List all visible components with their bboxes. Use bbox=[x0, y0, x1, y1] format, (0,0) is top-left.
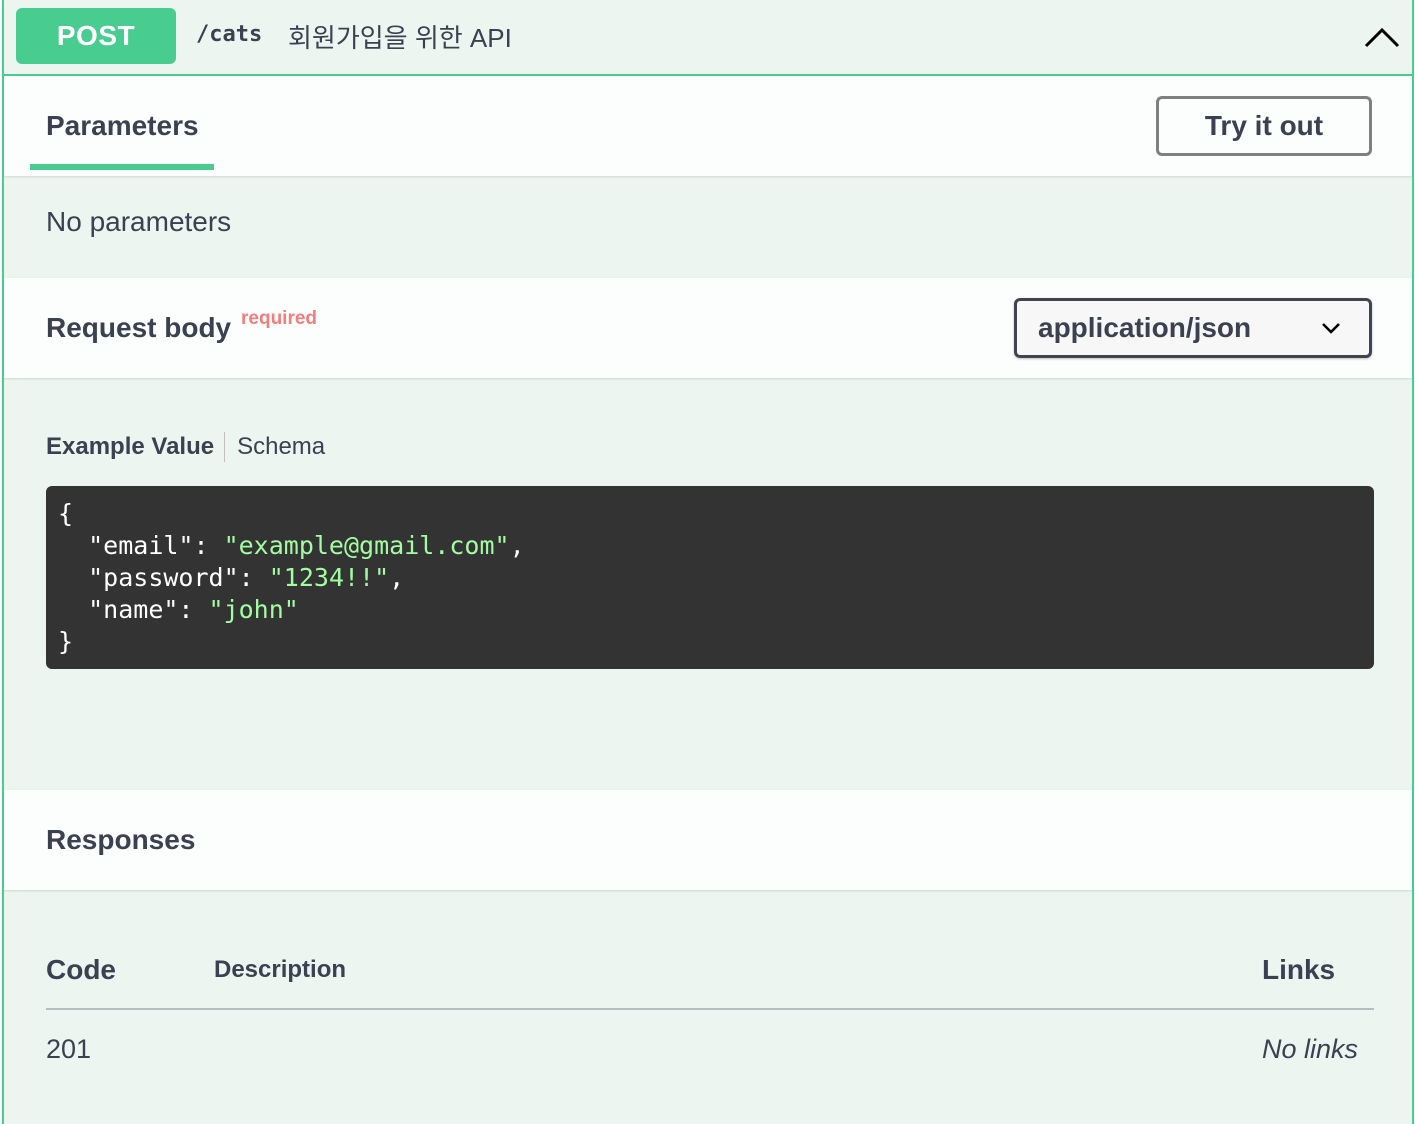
column-header-code: Code bbox=[46, 954, 116, 985]
request-body-title: Request body bbox=[46, 312, 232, 343]
method-badge: POST bbox=[16, 8, 176, 64]
table-divider bbox=[46, 1008, 1374, 1010]
code-comma: , bbox=[509, 531, 525, 560]
endpoint-path: /cats bbox=[196, 22, 263, 47]
content-type-select[interactable]: application/json bbox=[1014, 298, 1372, 358]
required-label: required bbox=[241, 308, 318, 329]
operation-description: 회원가입을 위한 API bbox=[288, 23, 512, 53]
request-body-header: Request body required application/json bbox=[4, 278, 1412, 378]
operation-block: POST /cats 회원가입을 위한 API Parameters Try i… bbox=[2, 0, 1414, 1124]
content-type-value: application/json bbox=[1038, 312, 1252, 343]
code-open-brace: { bbox=[58, 499, 74, 528]
column-header-links: Links bbox=[1262, 954, 1336, 985]
try-it-out-button[interactable]: Try it out bbox=[1156, 96, 1372, 156]
active-tab-indicator bbox=[30, 164, 214, 170]
no-parameters-text: No parameters bbox=[46, 206, 232, 237]
responses-title: Responses bbox=[46, 824, 196, 855]
code-key: "name" bbox=[88, 595, 179, 624]
responses-header: Responses bbox=[4, 790, 1412, 890]
chevron-up-icon[interactable] bbox=[1362, 22, 1402, 52]
operation-summary[interactable]: POST /cats 회원가입을 위한 API bbox=[4, 0, 1412, 76]
example-tabs: Example Value Schema bbox=[46, 432, 325, 462]
chevron-down-icon bbox=[1322, 323, 1340, 334]
tab-parameters[interactable]: Parameters bbox=[46, 110, 199, 142]
tab-example-value[interactable]: Example Value bbox=[46, 433, 224, 461]
code-key: "password" bbox=[88, 563, 239, 592]
response-code: 201 bbox=[46, 1034, 92, 1064]
parameters-header: Parameters Try it out bbox=[4, 76, 1412, 176]
example-code-block: { "email": "example@gmail.com", "passwor… bbox=[46, 486, 1374, 669]
column-header-description: Description bbox=[214, 956, 347, 983]
code-key: "email" bbox=[88, 531, 194, 560]
code-comma: , bbox=[389, 563, 405, 592]
tab-schema[interactable]: Schema bbox=[225, 433, 325, 461]
code-close-brace: } bbox=[58, 627, 74, 656]
response-links: No links bbox=[1262, 1034, 1359, 1064]
code-string: "example@gmail.com" bbox=[223, 531, 510, 560]
code-string: "john" bbox=[208, 595, 299, 624]
code-string: "1234!!" bbox=[268, 563, 390, 592]
